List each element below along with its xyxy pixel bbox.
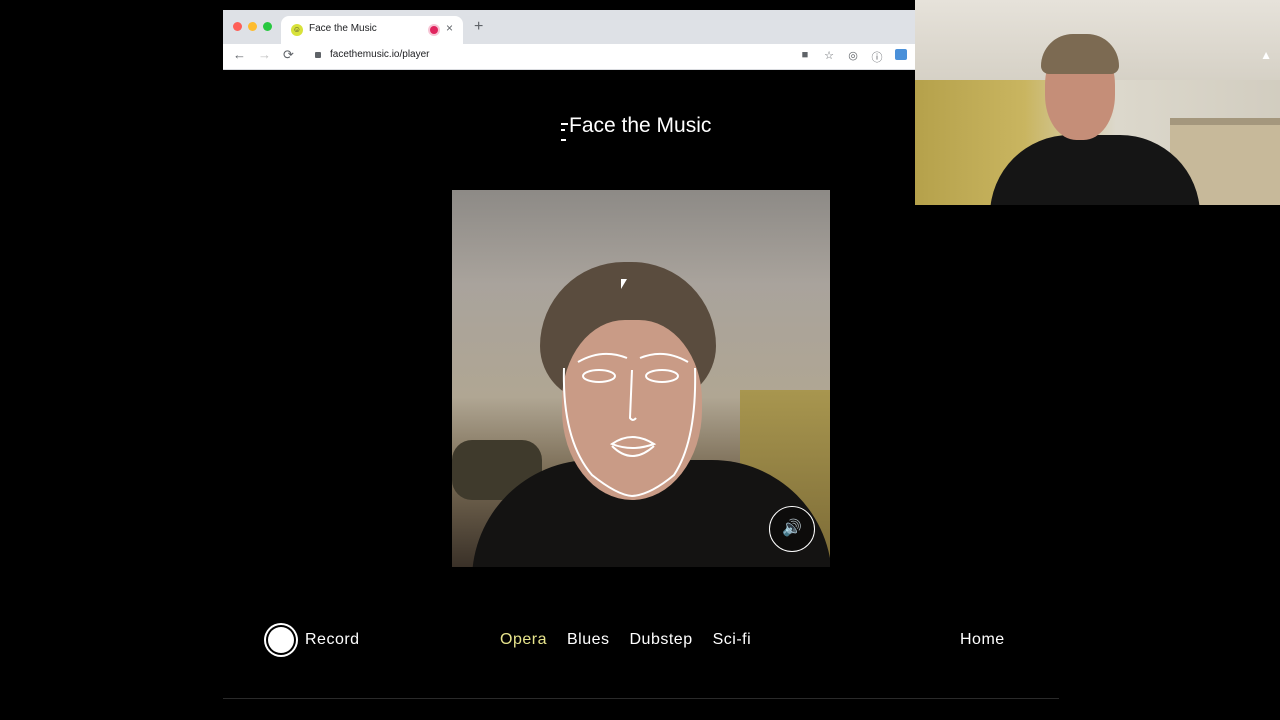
genre-dubstep[interactable]: Dubstep bbox=[630, 631, 693, 649]
genre-blues[interactable]: Blues bbox=[567, 631, 610, 649]
window-minimize-button[interactable] bbox=[248, 22, 257, 31]
sound-icon[interactable]: 🔊 bbox=[769, 506, 815, 552]
reload-icon[interactable]: ⟳ bbox=[283, 47, 294, 63]
chevron-up-icon: ▲ bbox=[1260, 48, 1272, 62]
back-icon[interactable]: ← bbox=[233, 47, 246, 62]
close-icon[interactable]: × bbox=[446, 21, 453, 35]
toolbar-icons: ■ ☆ ◎ ⓘ bbox=[799, 49, 907, 65]
window-maximize-button[interactable] bbox=[263, 22, 272, 31]
extension-icon[interactable]: ◎ bbox=[847, 49, 859, 65]
face-mesh-overlay bbox=[562, 352, 697, 498]
browser-toolbar: ← → ⟳ facethemusic.io/player ■ ☆ ◎ ⓘ bbox=[223, 44, 915, 70]
tab-bar: ☺ Face the Music × + bbox=[223, 10, 915, 44]
tab-title: Face the Music bbox=[309, 23, 377, 34]
star-icon[interactable]: ☆ bbox=[823, 49, 835, 65]
camera-icon[interactable]: ■ bbox=[799, 49, 811, 65]
webcam-overlay: ▲ bbox=[915, 0, 1280, 205]
genre-sci-fi[interactable]: Sci-fi bbox=[713, 631, 752, 649]
mouse-cursor bbox=[621, 279, 627, 289]
record-button[interactable]: Record bbox=[305, 631, 360, 649]
page-title: Face the Music bbox=[569, 114, 712, 137]
favicon-icon: ☺ bbox=[291, 24, 303, 36]
genre-selector: Opera Blues Dubstep Sci-fi bbox=[500, 631, 751, 649]
info-icon[interactable]: ⓘ bbox=[871, 49, 883, 65]
logo-icon bbox=[561, 115, 568, 143]
camera-feed bbox=[452, 190, 830, 567]
genre-opera[interactable]: Opera bbox=[500, 631, 547, 649]
forward-icon[interactable]: → bbox=[258, 47, 271, 62]
browser-tab[interactable]: ☺ Face the Music × bbox=[281, 16, 463, 44]
recording-indicator-icon bbox=[430, 26, 438, 34]
presenter-body bbox=[990, 135, 1200, 205]
plus-icon[interactable]: + bbox=[474, 18, 483, 36]
lock-icon bbox=[315, 52, 321, 58]
address-bar[interactable]: facethemusic.io/player bbox=[330, 49, 430, 60]
divider bbox=[223, 698, 1059, 699]
window-close-button[interactable] bbox=[233, 22, 242, 31]
home-link[interactable]: Home bbox=[960, 631, 1005, 649]
record-icon[interactable] bbox=[268, 627, 294, 653]
extension-app-icon[interactable] bbox=[895, 49, 907, 60]
